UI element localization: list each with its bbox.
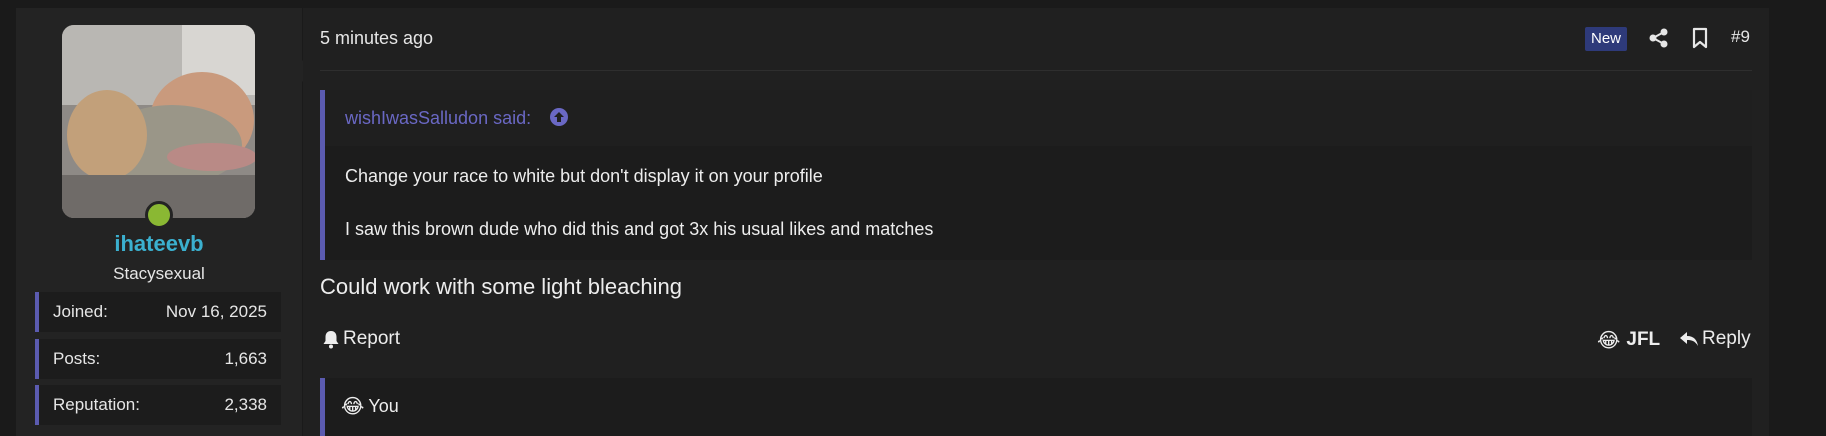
reactions-user: You: [368, 395, 399, 416]
post-body: Could work with some light bleaching: [320, 274, 682, 299]
jfl-reaction-button[interactable]: 😂 JFL: [1597, 328, 1660, 352]
bell-icon: [323, 331, 339, 349]
laughing-emoji-icon: 😂: [341, 394, 365, 418]
quote-header: wishIwasSalludon said:: [325, 90, 1752, 146]
quote-line: Change your race to white but don't disp…: [345, 166, 823, 186]
stat-value: 2,338: [224, 395, 267, 414]
jump-to-quote-icon[interactable]: [549, 107, 569, 127]
quote-line: I saw this brown dude who did this and g…: [345, 219, 934, 239]
username[interactable]: ihateevb: [16, 231, 302, 257]
report-label: Report: [343, 328, 401, 349]
share-icon[interactable]: [1648, 27, 1670, 49]
stat-reputation: Reputation: 2,338: [35, 385, 281, 425]
online-status-dot: [145, 201, 173, 229]
stat-label: Joined:: [53, 302, 108, 321]
stat-label: Reputation:: [53, 395, 140, 414]
stat-joined: Joined: Nov 16, 2025: [35, 292, 281, 332]
stat-value: 1,663: [224, 349, 267, 368]
reactions-summary[interactable]: 😂 You: [341, 394, 399, 418]
bookmark-icon[interactable]: [1689, 27, 1711, 49]
jfl-label: JFL: [1626, 329, 1661, 350]
post-time[interactable]: 5 minutes ago: [320, 28, 433, 49]
stat-posts: Posts: 1,663: [35, 339, 281, 379]
report-button[interactable]: Report: [322, 328, 400, 350]
quote-author-link[interactable]: wishIwasSalludon said:: [345, 108, 531, 129]
header-divider: [320, 70, 1752, 71]
reply-button[interactable]: Reply: [1679, 328, 1751, 350]
reactions-bar[interactable]: 😂 You: [320, 378, 1752, 436]
user-title: Stacysexual: [113, 264, 205, 283]
stat-value: Nov 16, 2025: [165, 302, 267, 321]
reply-arrow-icon: [1680, 332, 1698, 346]
stat-label: Posts:: [53, 349, 101, 368]
reply-label: Reply: [1702, 328, 1751, 349]
quote-block: wishIwasSalludon said: Change your race …: [320, 90, 1752, 260]
avatar[interactable]: [62, 25, 255, 218]
post-number-link[interactable]: #9: [1731, 27, 1750, 47]
new-badge: New: [1585, 27, 1628, 51]
laughing-emoji-icon: 😂: [1597, 328, 1621, 352]
avatar-image: [62, 25, 255, 218]
